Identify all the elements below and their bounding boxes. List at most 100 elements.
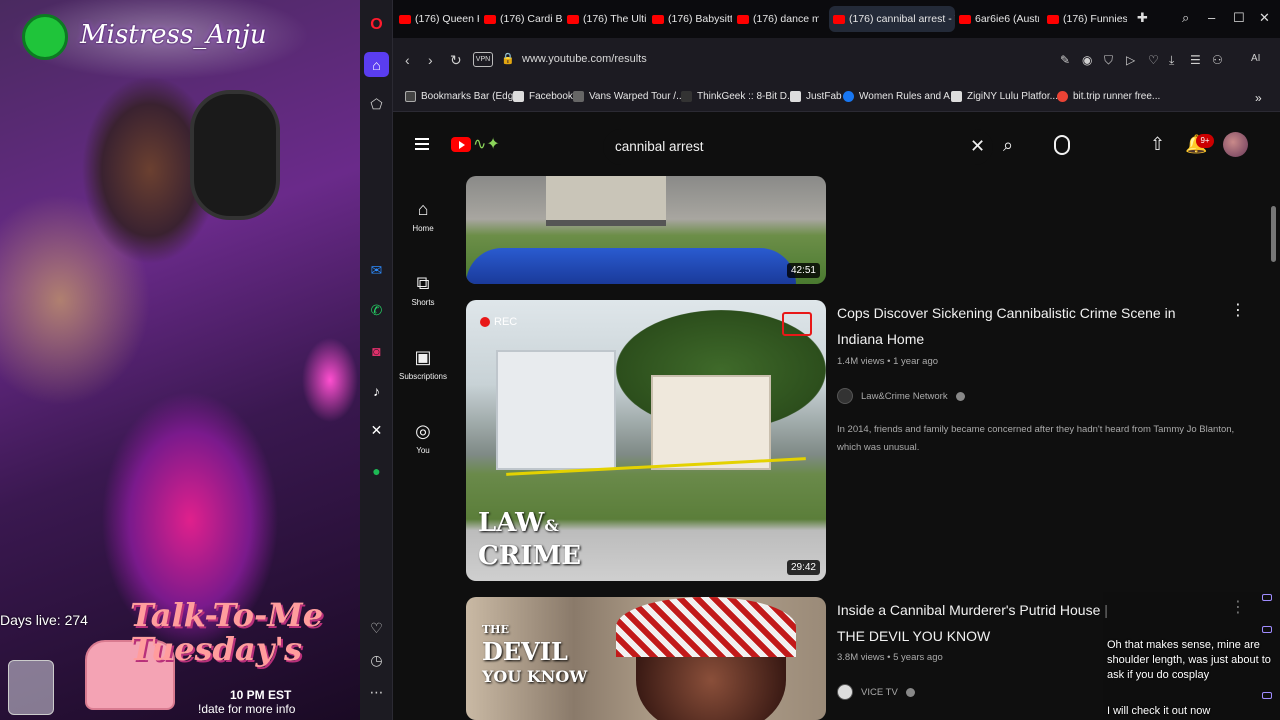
rec-badge: REC	[480, 316, 517, 328]
heart-icon[interactable]: ♡	[1148, 53, 1159, 67]
thumbnail-car	[466, 248, 796, 284]
search-box[interactable]: cannibal arrest	[603, 129, 993, 165]
cup	[8, 660, 54, 715]
youtube-favicon-icon	[399, 14, 411, 24]
tab[interactable]: 6ar6ie6 (Australi	[959, 6, 1039, 32]
bookmark-item[interactable]: Vans Warped Tour /...	[573, 91, 684, 102]
minimize-icon[interactable]: –	[1208, 10, 1215, 25]
video-title[interactable]: Cops Discover Sickening Cannibalistic Cr…	[837, 300, 1207, 352]
subscriptions-icon: ▣	[414, 347, 432, 367]
tab[interactable]: (176) Cardi B - M	[484, 6, 562, 32]
history-icon[interactable]: ◷	[364, 648, 389, 673]
instagram-icon[interactable]: ◙	[364, 338, 389, 363]
days-live-counter: Days live: 274	[0, 612, 88, 628]
page-icon	[513, 91, 524, 102]
ai-button[interactable]: AI	[1251, 53, 1260, 64]
video-thumbnail[interactable]: REC LAW& CRIME 29:42	[466, 300, 826, 581]
tab[interactable]: (176) The Ultima	[567, 6, 647, 32]
youtube-logo-icon[interactable]	[451, 137, 471, 152]
tiktok-icon[interactable]: ♪	[364, 378, 389, 403]
tab-active[interactable]: (176) cannibal arrest - You	[829, 6, 955, 32]
thumbnail-house	[651, 375, 771, 470]
bookmark-item[interactable]: Women Rules and A...	[843, 91, 958, 102]
reload-icon[interactable]: ↻	[450, 52, 462, 69]
you-icon: ◎	[415, 421, 431, 441]
back-icon[interactable]: ‹	[405, 52, 410, 68]
channel-avatar[interactable]	[837, 684, 853, 700]
close-window-icon[interactable]: ✕	[1259, 10, 1270, 26]
spotify-icon[interactable]: ●	[364, 458, 389, 483]
thumbnail-scarf	[616, 597, 796, 657]
play-icon[interactable]: ▷	[1126, 53, 1135, 67]
thumbnail-truck	[546, 176, 666, 226]
upload-icon[interactable]: ⇧	[1150, 134, 1165, 155]
notification-count: 9+	[1196, 134, 1214, 148]
bookmark-item[interactable]: ZigiNY Lulu Platfor...	[951, 91, 1058, 102]
channel-link[interactable]: Law&Crime Network	[837, 388, 965, 404]
clear-search-icon[interactable]: ✕	[970, 136, 985, 157]
edit-icon[interactable]: ✎	[1060, 53, 1070, 67]
bookmark-item[interactable]: JustFab	[790, 91, 842, 102]
channel-avatar[interactable]	[837, 388, 853, 404]
video-title[interactable]: Inside a Cannibal Murderer's Putrid Hous…	[837, 597, 1137, 649]
tab-search-icon[interactable]: ⌕	[1182, 10, 1189, 26]
more-icon[interactable]: ⋯	[364, 680, 389, 705]
bookmark-item[interactable]: Bookmarks Bar (Edge)	[405, 91, 522, 102]
opera-logo-icon[interactable]: O	[364, 12, 389, 37]
aria-icon[interactable]: ⌂	[364, 52, 389, 77]
whatsapp-icon[interactable]: ✆	[364, 298, 389, 323]
scrollbar-thumb[interactable]	[1271, 206, 1276, 262]
bookmarks-bar: Bookmarks Bar (Edge) Facebook Vans Warpe…	[393, 84, 1280, 112]
tab[interactable]: (176) Queen Key	[399, 6, 479, 32]
vpn-badge[interactable]: VPN	[473, 52, 493, 67]
download-icon[interactable]: ⤓	[1169, 53, 1174, 68]
address-toolbar: ‹ › ↻ VPN 🔒 www.youtube.com/results ✎ ◉ …	[393, 38, 1280, 84]
account-avatar[interactable]	[1223, 132, 1248, 157]
bookmark-item[interactable]: Facebook	[513, 91, 573, 102]
bookmark-item[interactable]: ThinkGeek :: 8-Bit D...	[681, 91, 795, 102]
url-field[interactable]: www.youtube.com/results	[522, 53, 647, 65]
bookmark-item[interactable]: bit.trip runner free...	[1057, 91, 1160, 102]
profile-icon[interactable]: ⚇	[1212, 53, 1223, 67]
stream-chat-overlay: Oh that makes sense, mine are shoulder l…	[1103, 592, 1280, 720]
more-actions-icon[interactable]: ⋮	[1230, 300, 1246, 320]
guide-item-home[interactable]: ⌂ Home	[393, 198, 453, 233]
duration-badge: 29:42	[786, 560, 820, 575]
camera-frame-icon	[782, 312, 812, 336]
tab[interactable]: (176) dance mor	[737, 6, 819, 32]
channel-link[interactable]: VICE TV	[837, 684, 915, 700]
guide-item-you[interactable]: ◎ You	[393, 420, 453, 455]
browser-sidebar: O ⌂ ⬠ ✉ ✆ ◙ ♪ ✕ ● ♡ ◷ ⋯	[360, 0, 393, 720]
tab[interactable]: (176) Funniest D	[1047, 6, 1127, 32]
youtube-favicon-icon	[1047, 14, 1059, 24]
guide-item-subscriptions[interactable]: ▣ Subscriptions	[393, 346, 453, 381]
screen: Mistress_Anju Days live: 274 Talk-To-Me …	[0, 0, 1280, 720]
bookmarks-overflow-icon[interactable]: »	[1255, 91, 1262, 105]
show-note: !date for more info	[198, 702, 296, 716]
new-tab-icon[interactable]: ✚	[1137, 10, 1148, 26]
heart-icon[interactable]: ♡	[364, 616, 389, 641]
hamburger-menu-icon[interactable]	[415, 138, 429, 150]
video-thumbnail[interactable]: 42:51	[466, 176, 826, 284]
page-icon	[790, 91, 801, 102]
camera-icon[interactable]: ◉	[1082, 53, 1092, 67]
shield-icon[interactable]: ⛉	[1104, 53, 1113, 68]
forward-icon[interactable]: ›	[428, 52, 433, 68]
maximize-icon[interactable]: ☐	[1233, 10, 1245, 26]
menu-icon[interactable]: ☰	[1190, 53, 1201, 67]
google-icon	[1057, 91, 1068, 102]
folder-icon	[405, 91, 416, 102]
guide-item-shorts[interactable]: ⧉ Shorts	[393, 272, 453, 307]
chat-badge-icon	[1262, 594, 1272, 601]
search-icon[interactable]: ⌕	[1003, 135, 1013, 156]
microphone-icon[interactable]	[1054, 135, 1070, 155]
x-twitter-icon[interactable]: ✕	[364, 418, 389, 443]
search-input[interactable]: cannibal arrest	[615, 139, 704, 154]
messenger-icon[interactable]: ✉	[364, 258, 389, 283]
youtube-favicon-icon	[737, 14, 749, 24]
tab[interactable]: (176) Babysitter	[652, 6, 732, 32]
pinboard-icon[interactable]: ⬠	[364, 92, 389, 117]
youtube-doodle[interactable]: ∿✦	[473, 134, 517, 156]
lock-icon[interactable]: 🔒	[501, 52, 515, 65]
video-thumbnail[interactable]: THE DEVIL YOU KNOW	[466, 597, 826, 720]
